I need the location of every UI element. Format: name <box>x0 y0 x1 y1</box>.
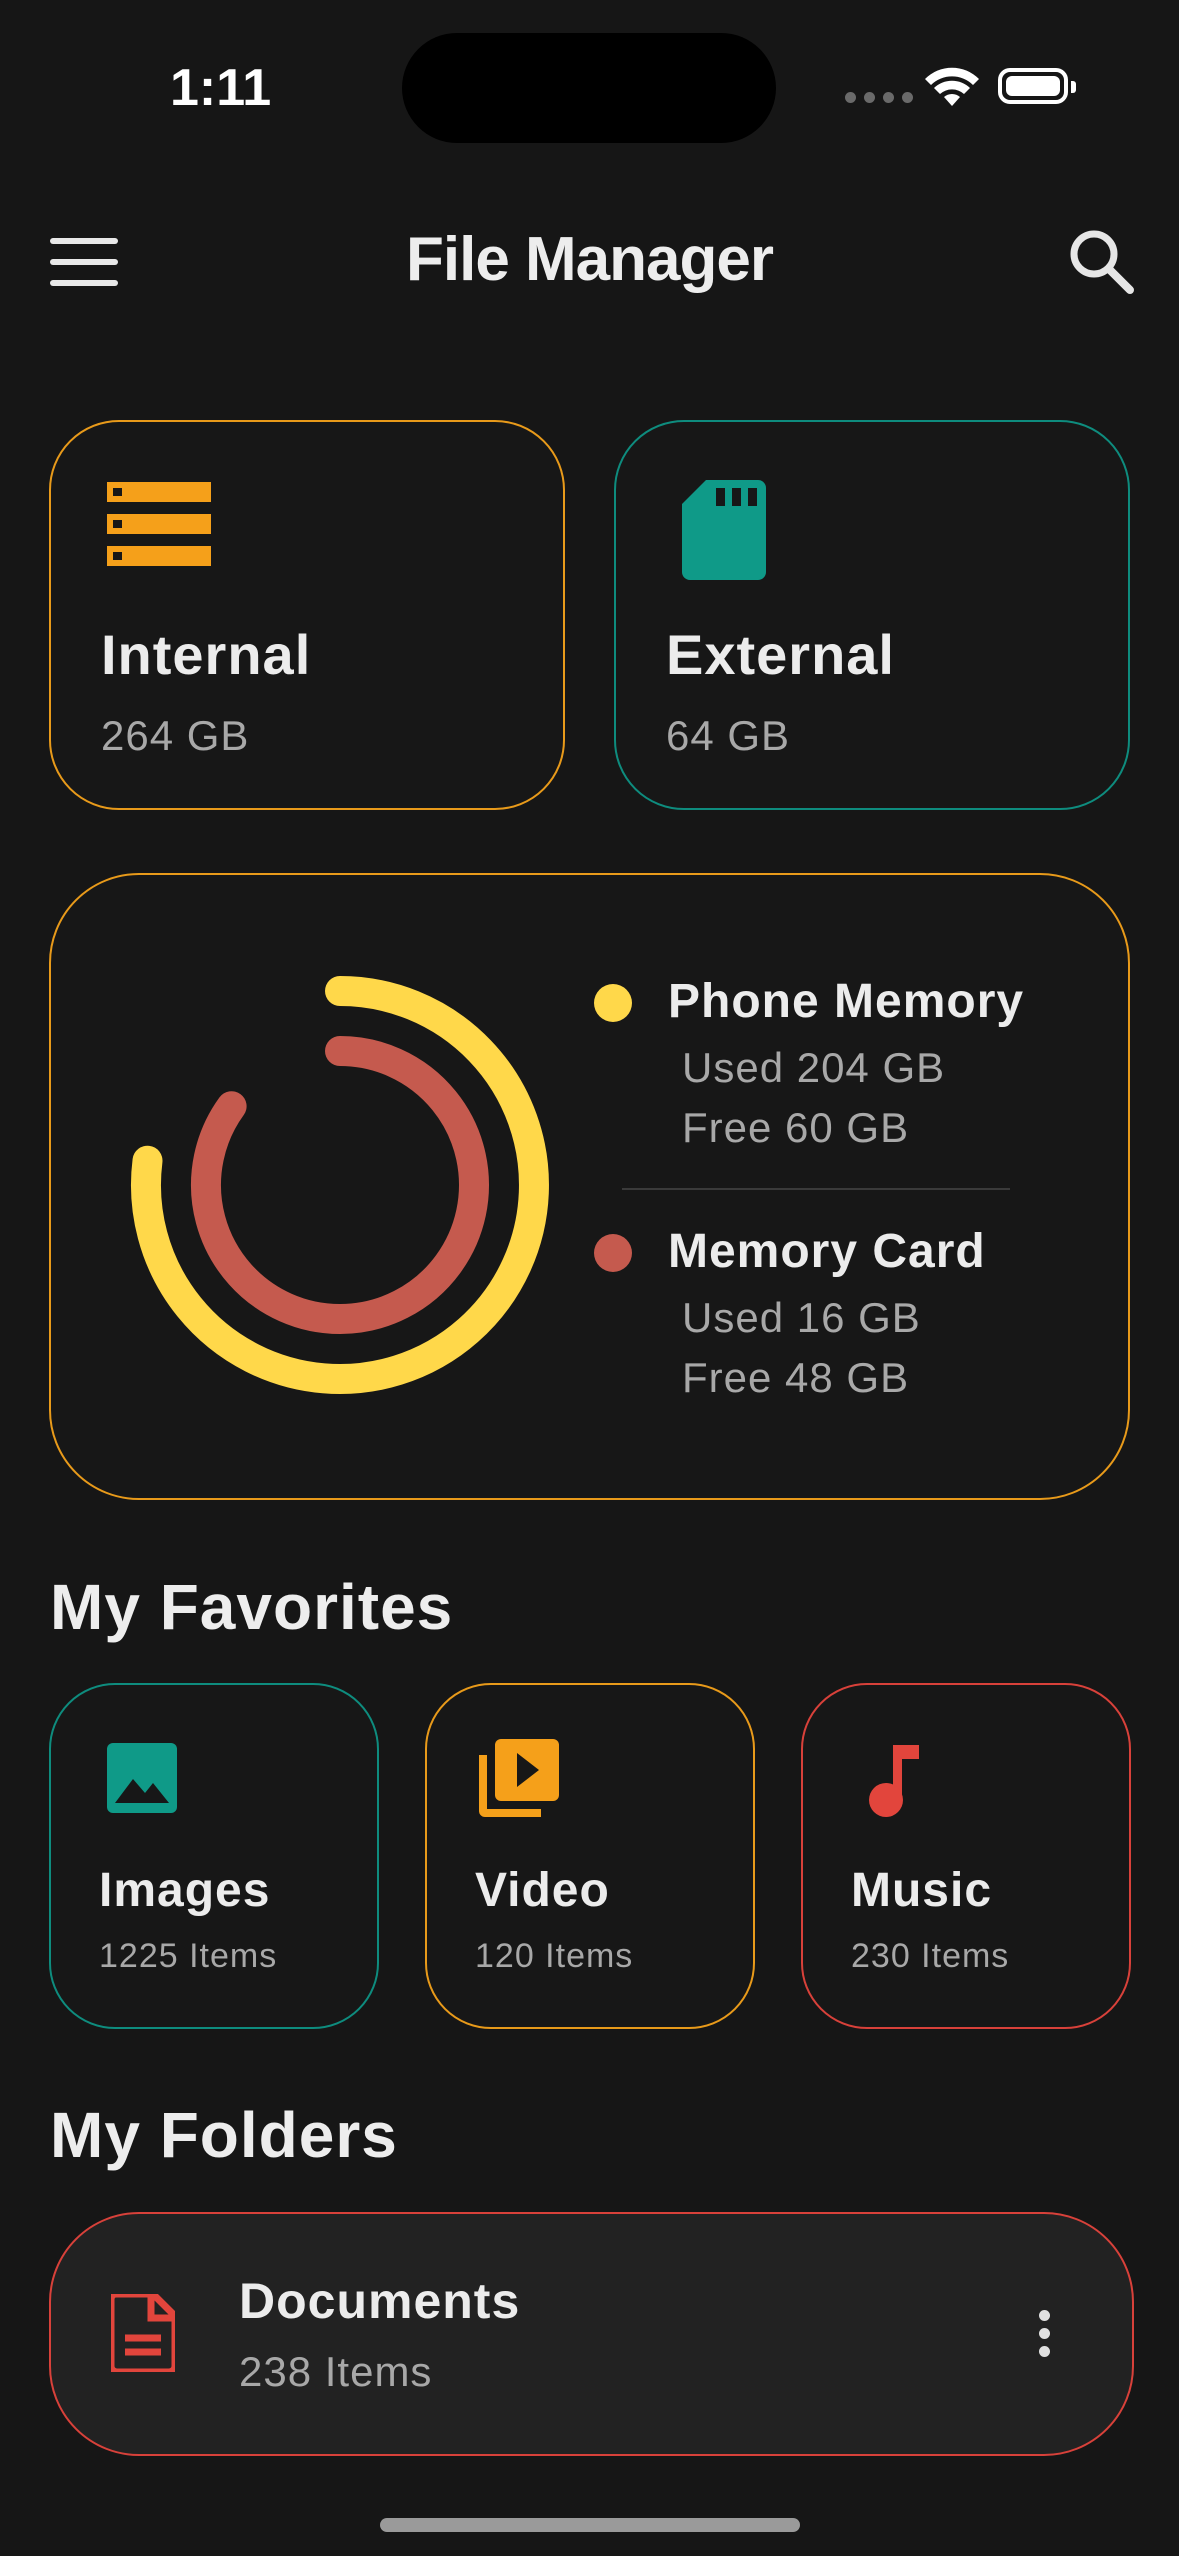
sd-card-icon <box>682 480 766 580</box>
favorite-count: 230 Items <box>851 1937 1010 1975</box>
home-indicator <box>380 2518 800 2532</box>
video-library-icon <box>479 1739 559 1817</box>
folder-count: 238 Items <box>239 2348 433 2395</box>
document-icon <box>111 2294 175 2372</box>
storage-card-external[interactable]: External 64 GB <box>614 420 1130 810</box>
favorite-video[interactable]: Video 120 Items <box>425 1683 755 2029</box>
storage-size: 264 GB <box>101 712 250 759</box>
server-storage-icon <box>107 482 211 566</box>
storage-card-internal[interactable]: Internal 264 GB <box>49 420 565 810</box>
storage-name: External <box>666 623 895 686</box>
folders-section-title: My Folders <box>50 2099 398 2171</box>
legend-divider <box>622 1188 1010 1190</box>
phone-memory-free: Free 60 GB <box>682 1104 910 1151</box>
memory-usage-donut-chart <box>130 976 549 1394</box>
wifi-icon <box>925 67 979 106</box>
phone-memory-used: Used 204 GB <box>682 1044 946 1091</box>
favorite-images[interactable]: Images 1225 Items <box>49 1683 379 2029</box>
favorite-name: Music <box>851 1864 993 1917</box>
status-time: 1:11 <box>170 59 272 117</box>
music-note-icon <box>869 1745 919 1817</box>
favorites-section-title: My Favorites <box>50 1571 454 1643</box>
more-options-icon[interactable] <box>1039 2310 1050 2364</box>
memory-card-legend-dot <box>594 1234 632 1272</box>
folder-documents[interactable]: Documents 238 Items <box>49 2212 1134 2456</box>
dynamic-island <box>402 33 776 143</box>
favorite-count: 1225 Items <box>99 1937 278 1975</box>
memory-card-label: Memory Card <box>668 1225 986 1278</box>
battery-icon <box>998 68 1076 104</box>
search-icon[interactable] <box>1066 226 1138 298</box>
favorite-name: Images <box>99 1864 271 1917</box>
memory-card-ring <box>190 1036 489 1334</box>
image-icon <box>107 1743 177 1813</box>
favorite-name: Video <box>475 1864 610 1917</box>
phone-memory-legend-dot <box>594 984 632 1022</box>
memory-card-used: Used 16 GB <box>682 1294 921 1341</box>
folder-name: Documents <box>239 2273 521 2329</box>
memory-card-free: Free 48 GB <box>682 1354 910 1401</box>
storage-name: Internal <box>101 623 312 686</box>
page-title: File Manager <box>406 225 774 294</box>
storage-size: 64 GB <box>666 712 791 759</box>
phone-memory-label: Phone Memory <box>668 975 1025 1028</box>
cellular-signal-icon <box>845 92 913 103</box>
favorite-music[interactable]: Music 230 Items <box>801 1683 1131 2029</box>
favorite-count: 120 Items <box>475 1937 634 1975</box>
